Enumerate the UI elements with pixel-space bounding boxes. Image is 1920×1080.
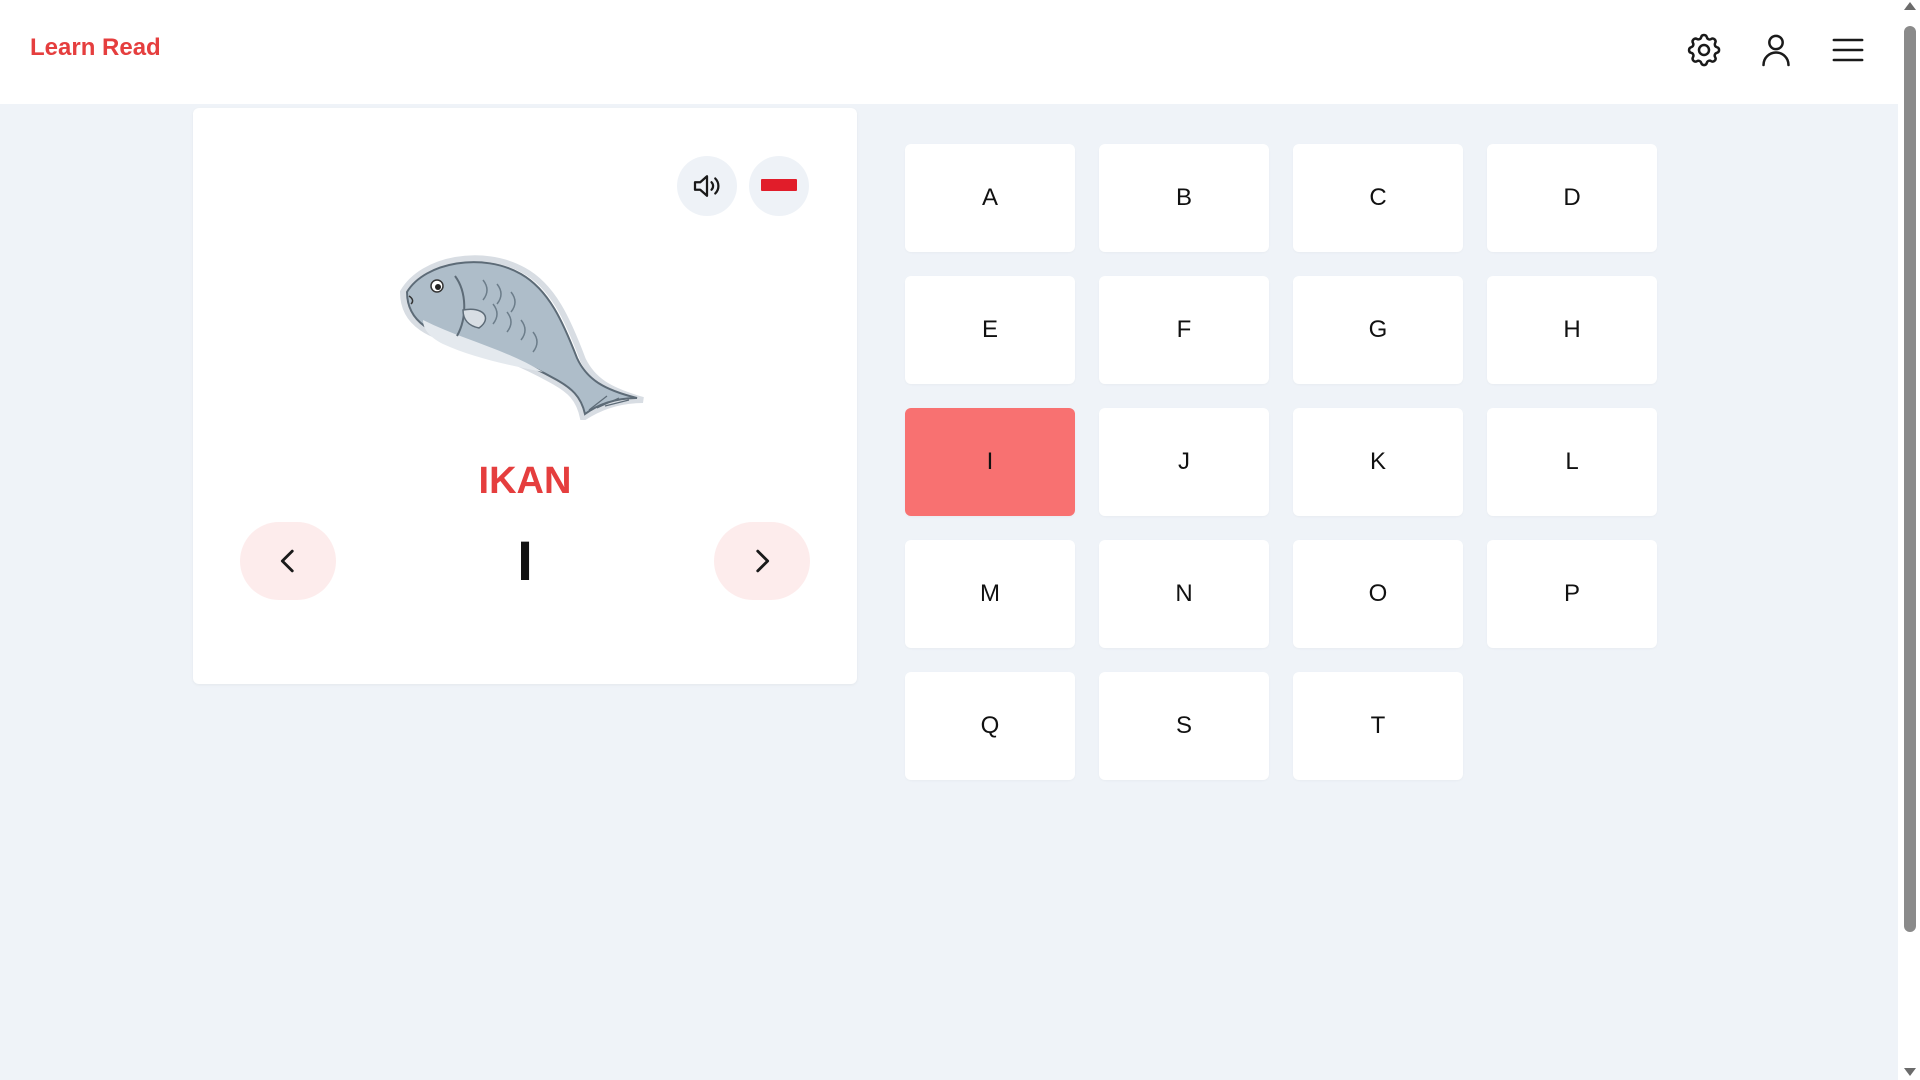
letter-grid: A B C D E F G H I J K L M N O P Q S T xyxy=(905,144,1657,780)
language-button[interactable] xyxy=(749,156,809,216)
chevron-right-icon xyxy=(756,549,770,573)
scrollbar-thumb[interactable] xyxy=(1904,26,1916,932)
letter-tile-p[interactable]: P xyxy=(1487,540,1657,648)
letter-tile-i[interactable]: I xyxy=(905,408,1075,516)
vertical-scrollbar[interactable] xyxy=(1898,0,1920,1080)
letter-tile-n[interactable]: N xyxy=(1099,540,1269,648)
word-label: IKAN xyxy=(478,460,572,502)
speaker-icon xyxy=(693,175,720,197)
fish-illustration xyxy=(399,255,644,420)
flashcard: IKAN I xyxy=(193,108,857,684)
letter-tile-t[interactable]: T xyxy=(1293,672,1463,780)
letter-tile-e[interactable]: E xyxy=(905,276,1075,384)
settings-button[interactable] xyxy=(1680,26,1728,74)
letter-tile-f[interactable]: F xyxy=(1099,276,1269,384)
letter-tile-j[interactable]: J xyxy=(1099,408,1269,516)
letter-tile-q[interactable]: Q xyxy=(905,672,1075,780)
gear-icon xyxy=(1687,33,1721,67)
next-button[interactable] xyxy=(714,522,810,600)
letter-tile-m[interactable]: M xyxy=(905,540,1075,648)
profile-button[interactable] xyxy=(1752,26,1800,74)
top-navbar: Learn Read xyxy=(0,0,1898,104)
play-audio-button[interactable] xyxy=(677,156,737,216)
letter-tile-a[interactable]: A xyxy=(905,144,1075,252)
letter-tile-g[interactable]: G xyxy=(1293,276,1463,384)
letter-tile-h[interactable]: H xyxy=(1487,276,1657,384)
letter-tile-b[interactable]: B xyxy=(1099,144,1269,252)
scroll-down-arrow-icon[interactable] xyxy=(1904,1068,1916,1076)
flag-icon xyxy=(761,179,797,191)
letter-tile-o[interactable]: O xyxy=(1293,540,1463,648)
menu-icon xyxy=(1832,38,1864,62)
letter-tile-d[interactable]: D xyxy=(1487,144,1657,252)
user-icon xyxy=(1762,34,1790,67)
scroll-up-arrow-icon[interactable] xyxy=(1904,2,1916,10)
letter-tile-l[interactable]: L xyxy=(1487,408,1657,516)
letter-tile-k[interactable]: K xyxy=(1293,408,1463,516)
letter-tile-c[interactable]: C xyxy=(1293,144,1463,252)
menu-button[interactable] xyxy=(1824,26,1872,74)
brand-logo-text[interactable]: Learn Read xyxy=(30,34,161,62)
letter-tile-s[interactable]: S xyxy=(1099,672,1269,780)
